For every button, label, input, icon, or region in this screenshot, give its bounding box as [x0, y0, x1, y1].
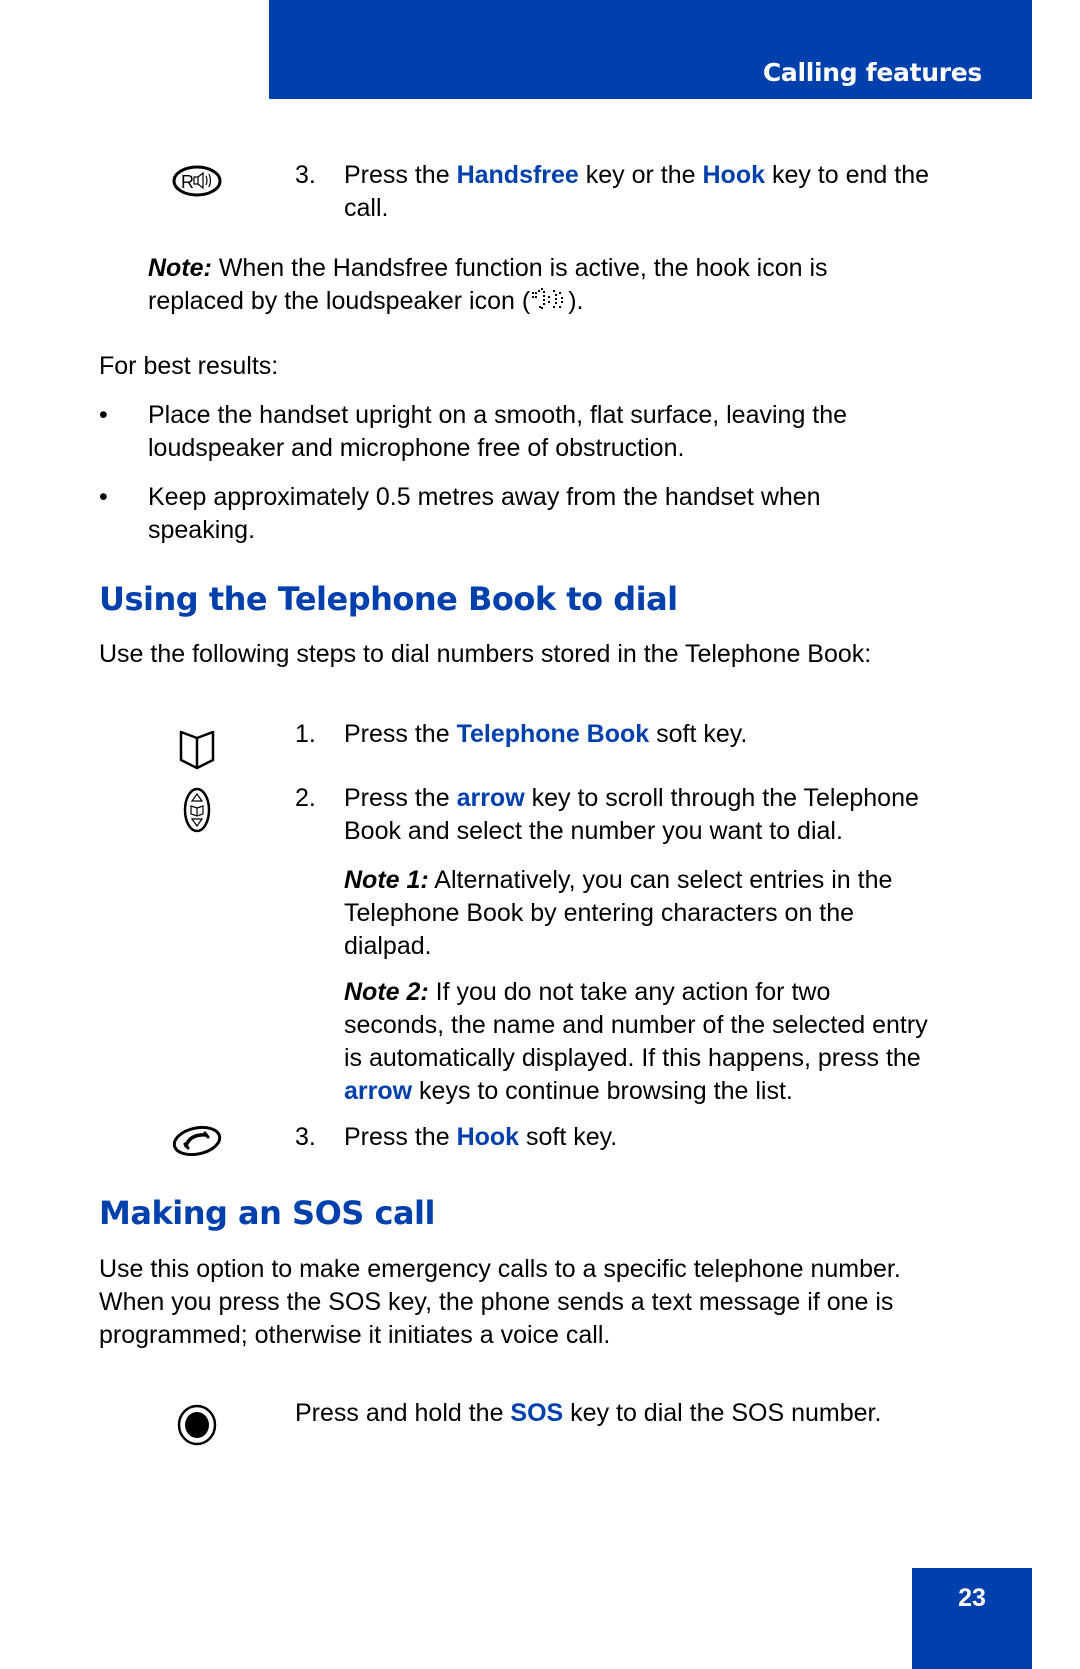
note-text: ).: [568, 287, 584, 315]
page-number: 23: [958, 1584, 986, 1612]
note-text: keys to continue browsing the list.: [412, 1077, 793, 1105]
arrow-key-ref: arrow: [344, 1077, 413, 1105]
bullet-item: Keep approximately 0.5 metres away from …: [148, 481, 821, 547]
step-text-part: key to end the: [765, 161, 930, 189]
step-text-part: Press the: [344, 161, 457, 189]
section-intro: Use the following steps to dial numbers …: [99, 640, 872, 668]
step-text-part: Book and select the number you want to d…: [344, 817, 843, 845]
loudspeaker-icon: [530, 288, 568, 312]
bullet-item: Place the handset upright on a smooth, f…: [148, 399, 847, 465]
step-text-part: key to dial the SOS number.: [563, 1399, 882, 1427]
step-text: Press the Hook soft key.: [344, 1121, 617, 1154]
step-text-part: Press the: [344, 784, 457, 812]
note-text: When the Handsfree function is active, t…: [211, 254, 828, 282]
sos-paragraph: Use this option to make emergency calls …: [99, 1253, 901, 1352]
bullet-line: Place the handset upright on a smooth, f…: [148, 401, 848, 429]
step-text: Press the Handsfree key or the Hook key …: [344, 159, 929, 225]
step-text-part: Press the: [344, 720, 457, 748]
handsfree-note: Note: When the Handsfree function is act…: [148, 252, 828, 318]
note-2: Note 2: If you do not take any action fo…: [344, 976, 928, 1108]
step-text: Press the Telephone Book soft key.: [344, 718, 747, 751]
sos-key-icon: [176, 1403, 218, 1447]
note-text: replaced by the loudspeaker icon (: [148, 287, 531, 315]
bullet-line: Keep approximately 0.5 metres away from …: [148, 483, 821, 511]
step-number: 2.: [295, 784, 316, 812]
telephone-book-icon: [178, 724, 216, 770]
bullet-glyph: •: [99, 401, 108, 429]
note-text: If you do not take any action for two: [428, 978, 831, 1006]
note-label: Note:: [148, 254, 212, 282]
sos-key-ref: SOS: [510, 1399, 564, 1427]
section-heading-telephone-book: Using the Telephone Book to dial: [99, 580, 678, 618]
bullet-glyph: •: [99, 483, 108, 511]
bullet-line: loudspeaker and microphone free of obstr…: [148, 434, 685, 462]
paragraph-line: When you press the SOS key, the phone se…: [99, 1288, 894, 1316]
section-title: Calling features: [762, 58, 982, 87]
note-text: is automatically displayed. If this happ…: [344, 1044, 921, 1072]
step-text: Press the arrow key to scroll through th…: [344, 782, 919, 848]
step-text-part: key to scroll through the Telephone: [524, 784, 919, 812]
step-text-part: Press and hold the: [295, 1399, 511, 1427]
step-text-part: Press the: [344, 1123, 457, 1151]
handsfree-key-ref: Handsfree: [456, 161, 579, 189]
handsfree-key-icon: R: [172, 164, 222, 198]
hook-key-ref: Hook: [702, 161, 766, 189]
step-text-part: soft key.: [519, 1123, 618, 1151]
arrow-key-icon: [182, 786, 212, 834]
paragraph-line: programmed; otherwise it initiates a voi…: [99, 1321, 611, 1349]
telephone-book-key-ref: Telephone Book: [456, 720, 650, 748]
note-1: Note 1: Alternatively, you can select en…: [344, 864, 892, 963]
step-text-part: key or the: [578, 161, 703, 189]
section-heading-sos: Making an SOS call: [99, 1194, 435, 1232]
bullet-line: speaking.: [148, 516, 256, 544]
step-text-part: call.: [344, 194, 389, 222]
note-text: dialpad.: [344, 932, 432, 960]
hook-key-icon: [172, 1124, 222, 1158]
note-text: Telephone Book by entering characters on…: [344, 899, 855, 927]
step-number: 3.: [295, 1123, 316, 1151]
step-number: 1.: [295, 720, 316, 748]
note-label: Note 1:: [344, 866, 429, 894]
note-label: Note 2:: [344, 978, 429, 1006]
svg-text:R: R: [181, 172, 194, 192]
arrow-key-ref: arrow: [456, 784, 525, 812]
best-results-intro: For best results:: [99, 352, 279, 380]
note-text: Alternatively, you can select entries in…: [428, 866, 893, 894]
paragraph-line: Use this option to make emergency calls …: [99, 1255, 901, 1283]
step-number: 3.: [295, 161, 316, 189]
sos-step-text: Press and hold the SOS key to dial the S…: [295, 1397, 881, 1430]
note-text: seconds, the name and number of the sele…: [344, 1011, 928, 1039]
step-text-part: soft key.: [649, 720, 748, 748]
hook-key-ref: Hook: [456, 1123, 520, 1151]
